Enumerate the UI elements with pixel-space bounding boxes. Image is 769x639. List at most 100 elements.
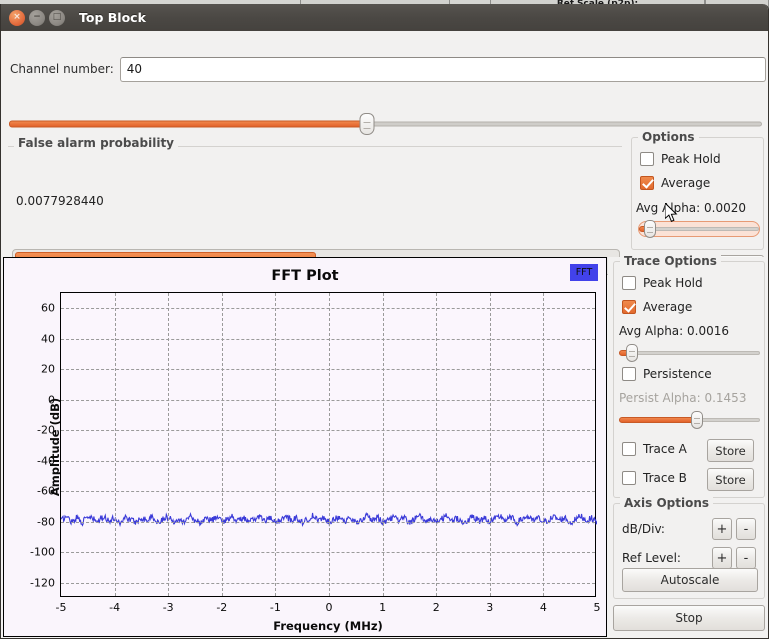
slider-track bbox=[619, 351, 760, 355]
slider-handle[interactable] bbox=[359, 113, 375, 135]
x-axis-tick-label: 3 bbox=[486, 601, 494, 614]
slider-handle[interactable] bbox=[690, 411, 703, 429]
trace-average-checkbox[interactable] bbox=[622, 300, 636, 314]
axis-options-group-title: Axis Options bbox=[620, 496, 714, 510]
trace-peak-hold-row[interactable]: Peak Hold bbox=[622, 276, 703, 290]
title-bar[interactable]: × − □ Top Block bbox=[1, 4, 768, 31]
trace-persistence-row[interactable]: Persistence bbox=[622, 367, 712, 381]
trace-options-group: Trace Options Peak Hold Average Avg Alph… bbox=[613, 254, 765, 498]
gridline-vertical bbox=[168, 293, 170, 596]
trace-avg-alpha-label: Avg Alpha: 0.0016 bbox=[619, 324, 730, 338]
channel-number-label: Channel number: bbox=[10, 62, 114, 76]
maximize-icon[interactable]: □ bbox=[49, 9, 65, 26]
trace-peak-hold-checkbox[interactable] bbox=[622, 276, 636, 290]
fft-plot-panel: FFT Plot FFT Amplitude (dB) 60 40 20 0 -20 -4… bbox=[3, 257, 607, 637]
y-axis-tick-label: 60 bbox=[41, 301, 55, 315]
window-controls: × − □ bbox=[9, 9, 65, 26]
trace-a-store-button[interactable]: Store bbox=[707, 439, 754, 462]
trace-avg-alpha-slider[interactable] bbox=[619, 344, 760, 362]
options-peak-hold-row[interactable]: Peak Hold bbox=[640, 152, 721, 166]
ref-level-spinners: + - bbox=[712, 547, 756, 569]
ref-level-row: Ref Level: + - bbox=[622, 547, 756, 569]
options-group-title: Options bbox=[638, 130, 699, 144]
autoscale-button[interactable]: Autoscale bbox=[622, 568, 758, 592]
y-axis-tick-label: -120 bbox=[30, 576, 55, 590]
gridline-horizontal bbox=[61, 399, 595, 401]
fft-legend-badge[interactable]: FFT bbox=[570, 264, 598, 281]
ref-level-increase-button[interactable]: + bbox=[712, 547, 732, 569]
trace-persist-alpha-slider[interactable] bbox=[619, 411, 760, 429]
y-axis-tick-label: -60 bbox=[37, 484, 55, 498]
axis-options-group: Axis Options dB/Div: + - Ref Level: + - … bbox=[613, 496, 765, 599]
x-axis-tick-label: -4 bbox=[109, 601, 121, 614]
gridline-horizontal bbox=[61, 521, 595, 523]
gridline-horizontal bbox=[61, 369, 595, 371]
options-peak-hold-checkbox[interactable] bbox=[640, 152, 654, 166]
trace-b-checkbox[interactable] bbox=[622, 471, 636, 485]
side-panel: Trace Options Peak Hold Average Avg Alph… bbox=[608, 254, 768, 638]
gridline-horizontal bbox=[61, 491, 595, 493]
gridline-vertical bbox=[382, 293, 384, 596]
stop-button-bottom[interactable]: Stop bbox=[613, 605, 765, 631]
trace-average-label: Average bbox=[643, 300, 693, 314]
top-block-window: × − □ Top Block Channel number: False al… bbox=[0, 4, 769, 639]
options-avg-alpha-label: Avg Alpha: 0.0020 bbox=[636, 201, 747, 215]
y-axis-tick-label: 20 bbox=[41, 362, 55, 376]
top-controls-area: Channel number: False alarm probability … bbox=[1, 31, 768, 280]
slider-fill bbox=[9, 120, 367, 128]
x-axis-tick-label: 2 bbox=[432, 601, 440, 614]
trace-a-checkbox[interactable] bbox=[622, 442, 636, 456]
trace-peak-hold-label: Peak Hold bbox=[643, 276, 703, 290]
trace-a-row[interactable]: Trace A bbox=[622, 442, 687, 456]
slider-handle[interactable] bbox=[625, 344, 638, 362]
options-average-label: Average bbox=[661, 176, 711, 190]
trace-b-label: Trace B bbox=[643, 471, 687, 485]
y-axis-tick-label: 40 bbox=[41, 332, 55, 346]
plot-title: FFT Plot bbox=[271, 268, 339, 284]
channel-number-input[interactable] bbox=[119, 56, 766, 82]
plot-canvas[interactable]: 60 40 20 0 -20 -40 -60 -80 -100 -120 -5 -4 -3 -2 -1 0 1 2… bbox=[30, 292, 601, 614]
ref-level-label: Ref Level: bbox=[622, 551, 681, 565]
db-div-spinners: + - bbox=[712, 518, 756, 540]
gridline-horizontal bbox=[61, 582, 595, 584]
trace-persistence-checkbox[interactable] bbox=[622, 367, 636, 381]
trace-a-label: Trace A bbox=[643, 442, 687, 456]
y-axis-tick-label: -40 bbox=[37, 454, 55, 468]
ref-level-decrease-button[interactable]: - bbox=[736, 547, 756, 569]
slider-track bbox=[639, 227, 759, 231]
x-axis-tick-label: -5 bbox=[55, 601, 67, 614]
trace-b-store-button[interactable]: Store bbox=[707, 468, 754, 491]
db-div-decrease-button[interactable]: - bbox=[736, 518, 756, 540]
false-alarm-group-title: False alarm probability bbox=[14, 136, 178, 150]
window-title: Top Block bbox=[79, 10, 146, 25]
minimize-icon[interactable]: − bbox=[29, 9, 45, 26]
trace-persist-alpha-label: Persist Alpha: 0.1453 bbox=[619, 391, 747, 405]
y-axis-tick-label: 0 bbox=[48, 393, 55, 407]
options-avg-alpha-slider[interactable] bbox=[638, 220, 760, 238]
trace-b-row[interactable]: Trace B bbox=[622, 471, 687, 485]
y-axis-tick-label: -80 bbox=[37, 515, 55, 529]
x-axis-tick-label: -2 bbox=[216, 601, 228, 614]
options-average-checkbox[interactable] bbox=[640, 176, 654, 190]
gridline-horizontal bbox=[61, 430, 595, 432]
db-div-label: dB/Div: bbox=[622, 522, 665, 536]
gridline-vertical bbox=[221, 293, 223, 596]
gridline-vertical bbox=[436, 293, 438, 596]
trace-options-group-title: Trace Options bbox=[620, 254, 721, 268]
slider-handle[interactable] bbox=[643, 220, 656, 238]
options-peak-hold-label: Peak Hold bbox=[661, 152, 721, 166]
options-average-row[interactable]: Average bbox=[640, 176, 710, 190]
close-icon[interactable]: × bbox=[9, 9, 25, 26]
options-group: Options Peak Hold Average Avg Alpha: 0.0… bbox=[631, 130, 764, 250]
gridline-horizontal bbox=[61, 308, 595, 310]
x-axis-title: Frequency (MHz) bbox=[273, 619, 383, 633]
y-axis-tick-label: -100 bbox=[30, 545, 55, 559]
trace-average-row[interactable]: Average bbox=[622, 300, 692, 314]
slider-fill bbox=[619, 417, 697, 423]
gridline-horizontal bbox=[61, 460, 595, 462]
db-div-increase-button[interactable]: + bbox=[712, 518, 732, 540]
trace-persistence-label: Persistence bbox=[643, 367, 712, 381]
x-axis-tick-label: 0 bbox=[325, 601, 333, 614]
x-axis-tick-label: 4 bbox=[539, 601, 547, 614]
gridline-vertical bbox=[489, 293, 491, 596]
